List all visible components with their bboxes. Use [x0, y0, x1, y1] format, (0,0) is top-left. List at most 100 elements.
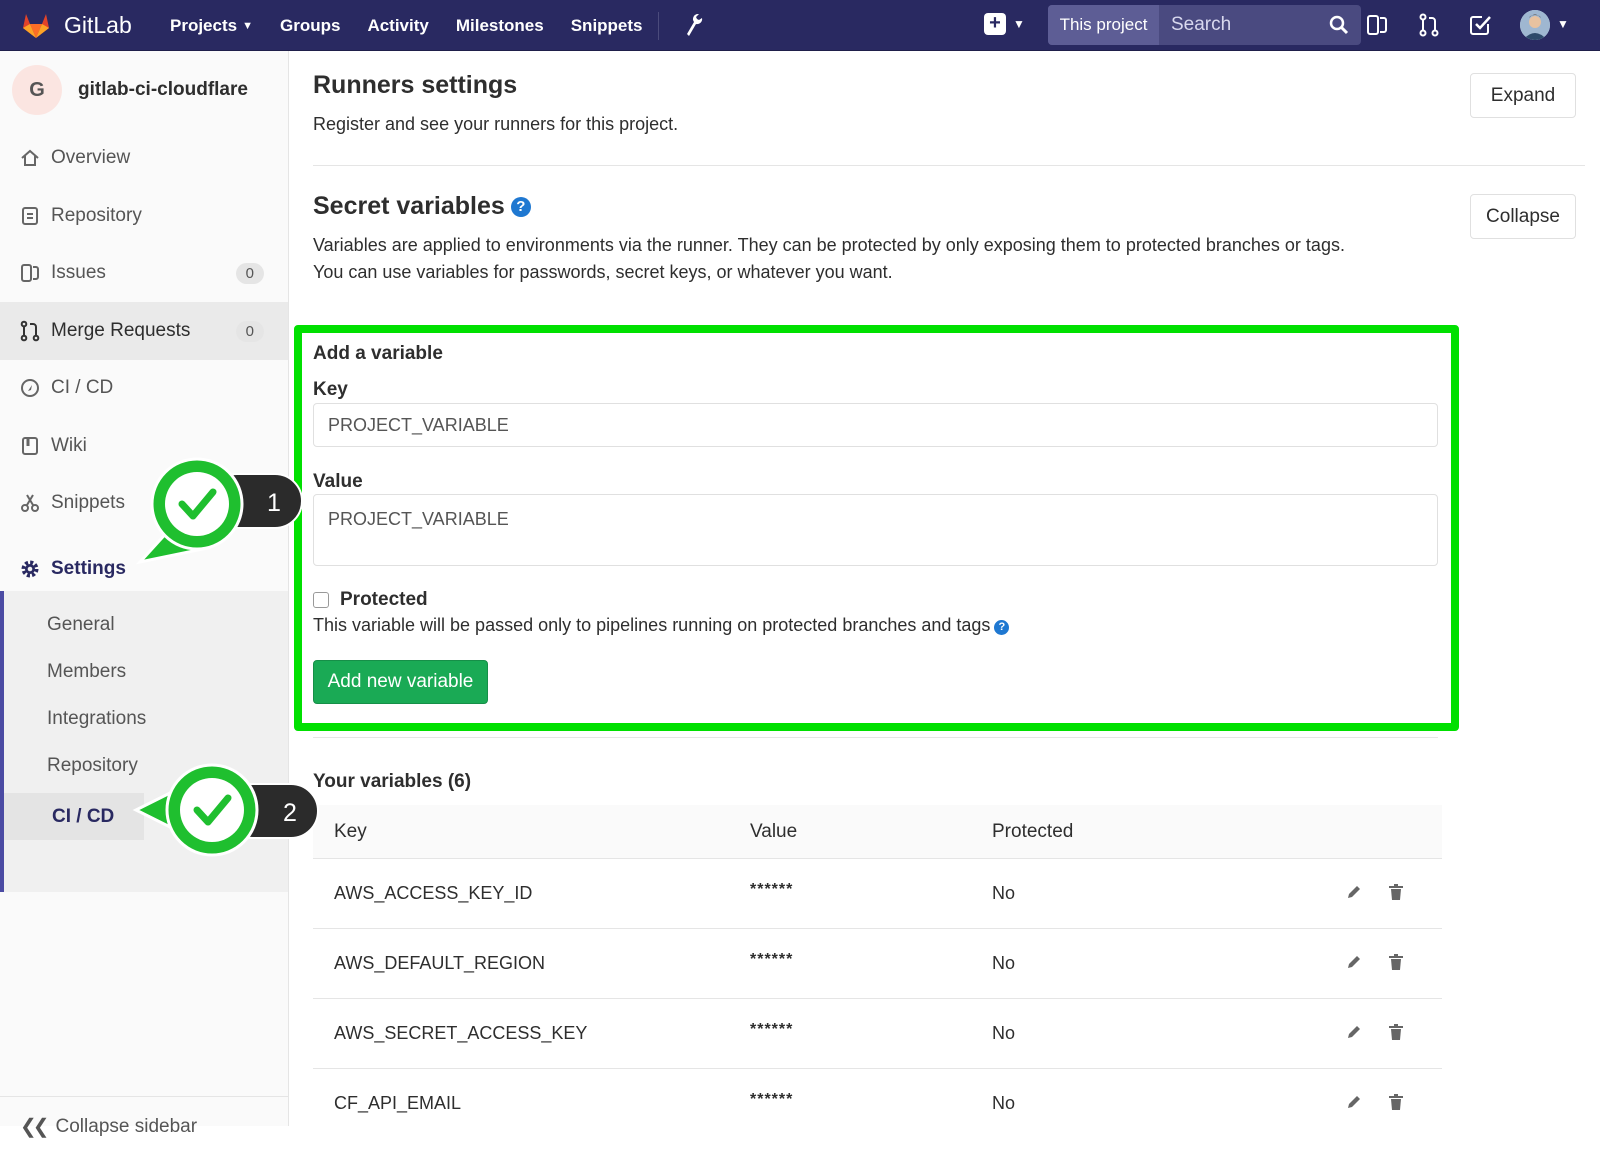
- column-header-value: Value: [750, 821, 798, 842]
- your-variables-title: Your variables (6): [313, 771, 472, 792]
- wrench-icon[interactable]: [684, 12, 704, 38]
- sidebar-project-header[interactable]: G gitlab-ci-cloudflare: [12, 65, 248, 115]
- table-row: AWS_SECRET_ACCESS_KEY ****** No: [313, 999, 1442, 1069]
- sidebar-item-issues[interactable]: Issues 0: [0, 244, 288, 302]
- chevron-down-icon: ▼: [242, 19, 253, 32]
- gitlab-logo-icon[interactable]: [20, 9, 52, 41]
- home-icon: [18, 146, 42, 170]
- collapse-sidebar-label: Collapse sidebar: [55, 1115, 198, 1137]
- expand-button[interactable]: Expand: [1470, 73, 1576, 118]
- highlight-frame: [294, 325, 1459, 731]
- variable-protected: No: [992, 953, 1016, 973]
- sidebar-item-ci-cd[interactable]: CI / CD: [0, 359, 288, 417]
- secret-variables-title: Secret variables?: [313, 192, 531, 221]
- variable-value: ******: [750, 951, 794, 968]
- variables-table-header: Key Value Protected: [313, 805, 1442, 859]
- gear-icon: [18, 557, 42, 581]
- search-scope-badge[interactable]: This project: [1048, 5, 1159, 45]
- doc-icon: [18, 204, 42, 228]
- chevron-down-icon[interactable]: ▼: [1557, 17, 1569, 31]
- table-row: AWS_ACCESS_KEY_ID ****** No: [313, 859, 1442, 929]
- edit-icon[interactable]: [1345, 883, 1363, 901]
- variable-protected: No: [992, 1093, 1016, 1113]
- callout-step-2: 2: [132, 763, 319, 857]
- table-row: AWS_DEFAULT_REGION ****** No: [313, 929, 1442, 999]
- runners-section-title: Runners settings: [313, 71, 518, 99]
- variable-key: AWS_ACCESS_KEY_ID: [334, 883, 533, 903]
- issues-count-badge: 0: [235, 262, 264, 284]
- sidebar-item-overview[interactable]: Overview: [0, 129, 288, 187]
- brand-name[interactable]: GitLab: [64, 12, 132, 39]
- sidebar-item-merge-requests[interactable]: Merge Requests 0: [0, 302, 288, 360]
- variable-value: ******: [750, 1091, 794, 1108]
- chevron-down-icon: ▼: [1013, 17, 1025, 31]
- table-row: CF_API_EMAIL ****** No: [313, 1069, 1442, 1139]
- trash-icon[interactable]: [1388, 1093, 1404, 1111]
- search-icon[interactable]: [1329, 15, 1349, 35]
- sidebar-item-label: Repository: [51, 205, 142, 226]
- merge-request-icon[interactable]: [1418, 13, 1440, 37]
- column-header-protected: Protected: [992, 821, 1074, 842]
- runners-section-desc: Register and see your runners for this p…: [313, 114, 679, 134]
- double-chevron-left-icon: ❮❮: [20, 1116, 49, 1138]
- variable-value: ******: [750, 881, 794, 898]
- help-icon[interactable]: ?: [510, 197, 531, 217]
- plus-icon: +: [984, 13, 1006, 35]
- step-number: 2: [283, 799, 297, 827]
- nav-projects[interactable]: Projects ▼: [170, 16, 253, 36]
- sidebar-item-label: Wiki: [51, 435, 87, 456]
- secret-variables-title-text: Secret variables: [313, 192, 505, 220]
- sidebar-item-repository[interactable]: Repository: [0, 187, 288, 245]
- edit-icon[interactable]: [1345, 1023, 1363, 1041]
- project-sidebar: G gitlab-ci-cloudflare Overview Reposito…: [0, 51, 289, 1138]
- scissors-icon: [18, 491, 42, 515]
- form-divider: [313, 737, 1438, 738]
- trash-icon[interactable]: [1388, 953, 1404, 971]
- nav-snippets[interactable]: Snippets: [571, 16, 643, 36]
- variable-protected: No: [992, 883, 1016, 903]
- issues-icon[interactable]: [1366, 13, 1388, 37]
- merge-requests-count-badge: 0: [235, 320, 264, 342]
- secret-variables-desc: Variables are applied to environments vi…: [313, 232, 1345, 286]
- user-avatar[interactable]: [1520, 10, 1550, 40]
- settings-sub-general[interactable]: General: [0, 601, 288, 648]
- nav-groups[interactable]: Groups: [280, 16, 340, 36]
- edit-icon[interactable]: [1345, 1093, 1363, 1111]
- sidebar-item-label: Settings: [51, 558, 126, 579]
- sidebar-item-label: Overview: [51, 147, 131, 168]
- nav-activity[interactable]: Activity: [367, 16, 428, 36]
- rocket-icon: [18, 376, 42, 400]
- collapse-sidebar-button[interactable]: ❮❮ Collapse sidebar: [0, 1096, 288, 1156]
- column-header-key: Key: [334, 821, 367, 842]
- book-icon: [18, 434, 42, 458]
- todo-check-icon[interactable]: [1468, 13, 1492, 37]
- search-box: This project: [1048, 5, 1361, 45]
- settings-sub-integrations[interactable]: Integrations: [0, 695, 288, 742]
- project-name: gitlab-ci-cloudflare: [78, 79, 248, 100]
- merge-request-icon: [18, 319, 42, 343]
- nav-milestones[interactable]: Milestones: [456, 16, 544, 36]
- section-divider: [313, 165, 1585, 166]
- variable-key: AWS_SECRET_ACCESS_KEY: [334, 1023, 588, 1043]
- nav-divider: [658, 12, 659, 40]
- trash-icon[interactable]: [1388, 883, 1404, 901]
- variable-key: CF_API_EMAIL: [334, 1093, 462, 1113]
- variable-key: AWS_DEFAULT_REGION: [334, 953, 546, 973]
- edit-icon[interactable]: [1345, 953, 1363, 971]
- search-input[interactable]: [1171, 5, 1311, 45]
- project-avatar: G: [12, 65, 62, 115]
- callout-step-1: 1: [135, 457, 303, 565]
- issues-icon: [18, 261, 42, 285]
- trash-icon[interactable]: [1388, 1023, 1404, 1041]
- settings-sub-members[interactable]: Members: [0, 648, 288, 695]
- variable-value: ******: [750, 1021, 794, 1038]
- settings-sub-ci-cd[interactable]: CI / CD: [4, 793, 144, 840]
- top-navbar: GitLab Projects ▼ Groups Activity Milesto…: [0, 0, 1600, 51]
- sidebar-item-label: Snippets: [51, 492, 125, 513]
- step-number: 1: [267, 489, 281, 517]
- variable-protected: No: [992, 1023, 1016, 1043]
- collapse-button[interactable]: Collapse: [1470, 194, 1576, 239]
- sidebar-item-label: CI / CD: [51, 377, 114, 398]
- sidebar-item-label: Issues: [51, 262, 106, 283]
- new-item-dropdown[interactable]: + ▼: [984, 13, 1025, 35]
